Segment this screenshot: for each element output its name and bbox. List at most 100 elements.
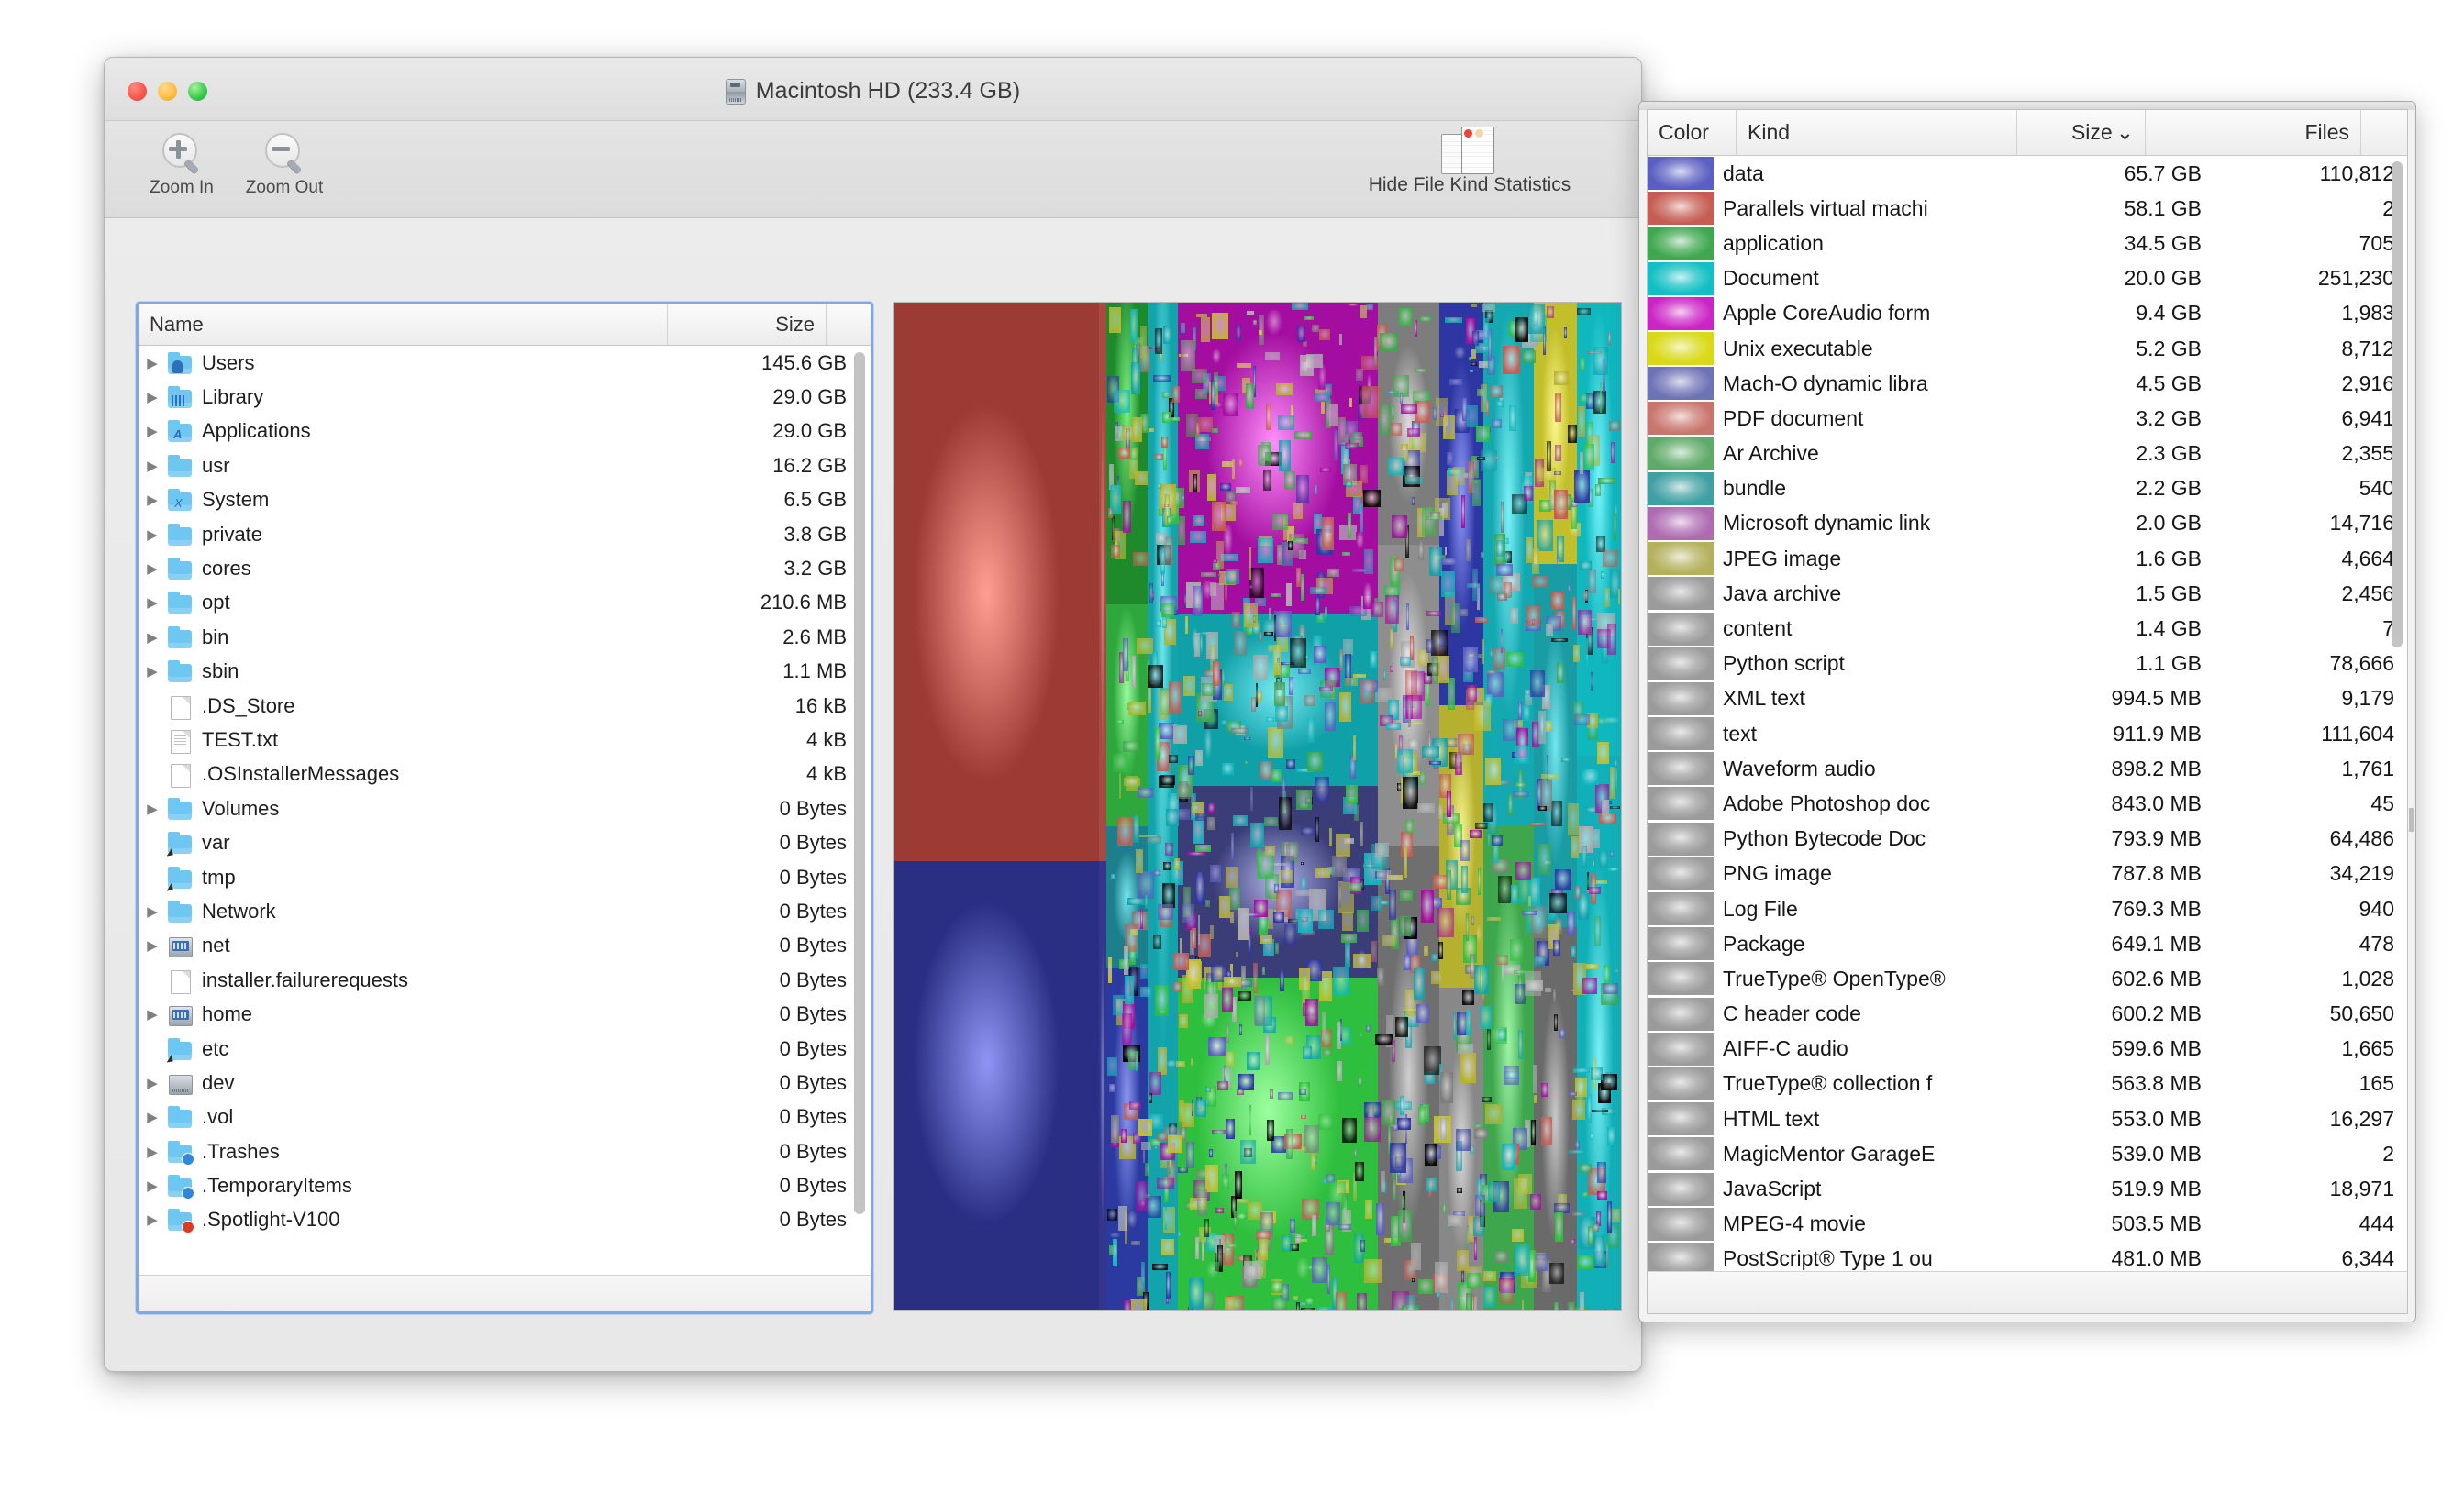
statistics-row[interactable]: Document 20.0 GB 251,230 xyxy=(1648,261,2407,296)
statistics-row[interactable]: Ar Archive 2.3 GB 2,355 xyxy=(1648,437,2407,471)
column-header-size[interactable]: Size xyxy=(667,304,826,345)
zoom-in-button[interactable]: Zoom In xyxy=(134,128,229,198)
disclosure-triangle-icon[interactable]: ▶ xyxy=(139,903,166,920)
disclosure-triangle-icon[interactable]: ▶ xyxy=(139,1144,166,1160)
statistics-row[interactable]: MagicMentor GarageE 539.0 MB 2 xyxy=(1648,1136,2407,1171)
file-row[interactable]: ▶ Users 145.6 GB xyxy=(139,346,871,380)
statistics-row[interactable]: text 911.9 MB 111,604 xyxy=(1648,716,2407,751)
statistics-row[interactable]: MPEG-4 movie 503.5 MB 444 xyxy=(1648,1207,2407,1242)
file-row[interactable]: ▶ .vol 0 Bytes xyxy=(139,1100,871,1134)
file-row[interactable]: ▶ opt 210.6 MB xyxy=(139,586,871,620)
statistics-row[interactable]: Waveform audio 898.2 MB 1,761 xyxy=(1648,751,2407,786)
statistics-row[interactable]: C header code 600.2 MB 50,650 xyxy=(1648,997,2407,1032)
file-row[interactable]: ▶ cores 3.2 GB xyxy=(139,551,871,585)
statistics-row[interactable]: Java archive 1.5 GB 2,456 xyxy=(1648,576,2407,611)
statistics-row[interactable]: JPEG image 1.6 GB 4,664 xyxy=(1648,541,2407,576)
column-header-color[interactable]: Color xyxy=(1648,110,1736,155)
file-row[interactable]: ▶ .TemporaryItems 0 Bytes xyxy=(139,1168,871,1202)
statistics-row[interactable]: AIFF-C audio 599.6 MB 1,665 xyxy=(1648,1032,2407,1067)
statistics-scrollbar[interactable] xyxy=(2392,161,2403,1244)
statistics-row[interactable]: application 34.5 GB 705 xyxy=(1648,226,2407,260)
file-row[interactable]: .OSInstallerMessages 4 kB xyxy=(139,758,871,791)
file-row[interactable]: etc 0 Bytes xyxy=(139,1032,871,1066)
file-row[interactable]: ▶ A Applications 29.0 GB xyxy=(139,415,871,448)
statistics-row[interactable]: XML text 994.5 MB 9,179 xyxy=(1648,681,2407,716)
column-header-kind[interactable]: Kind xyxy=(1736,110,2016,155)
file-row[interactable]: ▶ Network 0 Bytes xyxy=(139,894,871,928)
treemap-block[interactable] xyxy=(1099,303,1106,861)
file-row[interactable]: ▶ bin 2.6 MB xyxy=(139,620,871,654)
disclosure-triangle-icon[interactable]: ▶ xyxy=(139,423,166,439)
treemap-cell xyxy=(1437,1292,1440,1297)
disclosure-triangle-icon[interactable]: ▶ xyxy=(139,937,166,954)
statistics-row[interactable]: TrueType® collection f 563.8 MB 165 xyxy=(1648,1067,2407,1101)
resize-handle[interactable] xyxy=(2409,808,2414,832)
file-row[interactable]: ▶ Volumes 0 Bytes xyxy=(139,791,871,825)
statistics-row[interactable]: HTML text 553.0 MB 16,297 xyxy=(1648,1101,2407,1136)
file-row[interactable]: tmp 0 Bytes xyxy=(139,860,871,894)
disclosure-triangle-icon[interactable]: ▶ xyxy=(139,389,166,405)
disclosure-triangle-icon[interactable]: ▶ xyxy=(139,663,166,680)
scrollbar-thumb[interactable] xyxy=(2392,161,2403,647)
disclosure-triangle-icon[interactable]: ▶ xyxy=(139,1211,166,1228)
disclosure-triangle-icon[interactable]: ▶ xyxy=(139,1178,166,1194)
disclosure-triangle-icon[interactable]: ▶ xyxy=(139,355,166,371)
file-row[interactable]: ▶ net 0 Bytes xyxy=(139,929,871,963)
statistics-row[interactable]: PDF document 3.2 GB 6,941 xyxy=(1648,401,2407,436)
column-header-size[interactable]: Size ⌄ xyxy=(2016,110,2145,155)
disclosure-triangle-icon[interactable]: ▶ xyxy=(139,458,166,474)
statistics-row[interactable]: PNG image 787.8 MB 34,219 xyxy=(1648,857,2407,891)
statistics-row[interactable]: Parallels virtual machi 58.1 GB 2 xyxy=(1648,191,2407,226)
disclosure-triangle-icon[interactable]: ▶ xyxy=(139,492,166,508)
statistics-row[interactable]: bundle 2.2 GB 540 xyxy=(1648,471,2407,506)
file-list-pane[interactable]: Name Size ▶ Users 145.6 GB ▶ Library 29.0 GB ▶… xyxy=(136,302,873,1314)
file-row[interactable]: ▶ .Trashes 0 Bytes xyxy=(139,1134,871,1168)
window-titlebar[interactable]: Macintosh HD (233.4 GB) xyxy=(105,58,1641,121)
statistics-row[interactable]: Package 649.1 MB 478 xyxy=(1648,926,2407,961)
scrollbar-thumb[interactable] xyxy=(854,352,865,1214)
file-list-scrollbar[interactable] xyxy=(854,352,865,1269)
statistics-row[interactable]: data 65.7 GB 110,812 xyxy=(1648,156,2407,191)
statistics-row[interactable]: Log File 769.3 MB 940 xyxy=(1648,891,2407,926)
statistics-row[interactable]: Adobe Photoshop doc 843.0 MB 45 xyxy=(1648,786,2407,821)
file-row[interactable]: installer.failurerequests 0 Bytes xyxy=(139,963,871,997)
file-row[interactable]: ▶ sbin 1.1 MB xyxy=(139,655,871,689)
statistics-row[interactable]: Mach-O dynamic libra 4.5 GB 2,916 xyxy=(1648,366,2407,401)
statistics-row[interactable]: PostScript® Type 1 ou 481.0 MB 6,344 xyxy=(1648,1242,2407,1271)
disclosure-triangle-icon[interactable]: ▶ xyxy=(139,801,166,817)
disclosure-triangle-icon[interactable]: ▶ xyxy=(139,629,166,646)
disclosure-triangle-icon[interactable]: ▶ xyxy=(139,1006,166,1023)
disclosure-triangle-icon[interactable]: ▶ xyxy=(139,594,166,611)
statistics-list-pane[interactable]: Color Kind Size ⌄ Files data 65.7 GB 110,8… xyxy=(1647,109,2408,1314)
treemap-block[interactable] xyxy=(894,303,1099,861)
statistics-row[interactable]: TrueType® OpenType® 602.6 MB 1,028 xyxy=(1648,961,2407,996)
disclosure-triangle-icon[interactable]: ▶ xyxy=(139,1109,166,1125)
statistics-row[interactable]: content 1.4 GB 7 xyxy=(1648,611,2407,646)
statistics-row[interactable]: JavaScript 519.9 MB 18,971 xyxy=(1648,1171,2407,1206)
file-row[interactable]: ▶ private 3.8 GB xyxy=(139,517,871,551)
column-header-files[interactable]: Files xyxy=(2145,110,2360,155)
file-row[interactable]: ▶ .Spotlight-V100 0 Bytes xyxy=(139,1203,871,1237)
hide-file-kind-statistics-button[interactable]: Hide File Kind Statistics xyxy=(1323,125,1616,196)
file-row[interactable]: .DS_Store 16 kB xyxy=(139,689,871,723)
zoom-out-button[interactable]: Zoom Out xyxy=(237,128,332,198)
file-row[interactable]: ▶ Library 29.0 GB xyxy=(139,380,871,414)
disk-usage-treemap[interactable] xyxy=(893,302,1622,1311)
file-row[interactable]: ▶ dev 0 Bytes xyxy=(139,1066,871,1100)
file-row[interactable]: ▶ usr 16.2 GB xyxy=(139,448,871,482)
statistics-row[interactable]: Apple CoreAudio form 9.4 GB 1,983 xyxy=(1648,296,2407,331)
disclosure-triangle-icon[interactable]: ▶ xyxy=(139,1075,166,1091)
statistics-row[interactable]: Python Bytecode Doc 793.9 MB 64,486 xyxy=(1648,822,2407,857)
file-row[interactable]: ▶ X System 6.5 GB xyxy=(139,483,871,517)
disclosure-triangle-icon[interactable]: ▶ xyxy=(139,560,166,577)
file-row[interactable]: TEST.txt 4 kB xyxy=(139,723,871,757)
disclosure-triangle-icon[interactable]: ▶ xyxy=(139,526,166,543)
column-header-name[interactable]: Name xyxy=(139,304,667,345)
statistics-row[interactable]: Unix executable 5.2 GB 8,712 xyxy=(1648,331,2407,366)
statistics-row[interactable]: Python script 1.1 GB 78,666 xyxy=(1648,647,2407,681)
file-row[interactable]: ▶ home 0 Bytes xyxy=(139,997,871,1031)
treemap-block[interactable] xyxy=(894,861,1099,1310)
treemap-block[interactable] xyxy=(1099,861,1106,1310)
file-row[interactable]: var 0 Bytes xyxy=(139,825,871,859)
statistics-row[interactable]: Microsoft dynamic link 2.0 GB 14,716 xyxy=(1648,506,2407,541)
